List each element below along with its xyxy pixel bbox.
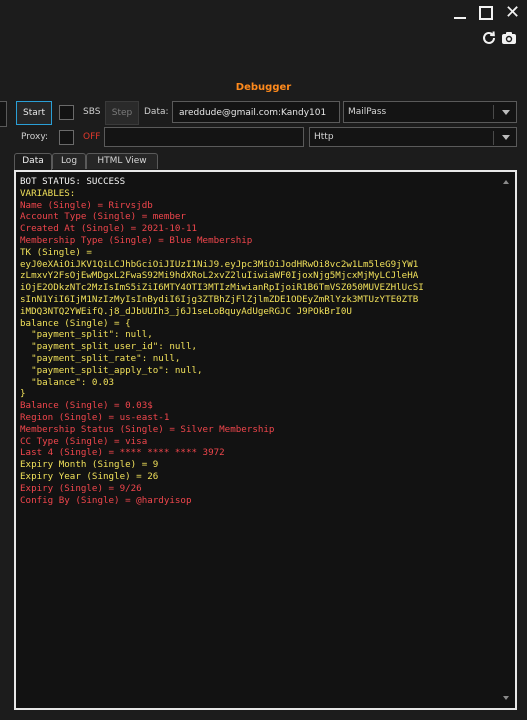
output-line: Membership Status (Single) = Silver Memb… xyxy=(20,423,275,435)
output-line: VARIABLES: xyxy=(20,187,76,199)
output-line: } xyxy=(20,388,26,400)
proxy-type-value: Http xyxy=(314,132,334,142)
scroll-down-icon[interactable] xyxy=(503,696,509,700)
output-line: "payment_split_user_id": null, xyxy=(20,341,198,353)
sbs-label: SBS xyxy=(83,107,101,117)
output-line: Name (Single) = Rirvsjdb xyxy=(20,199,153,211)
output-line: sInN1YiI6IjM1NzIzMyIsInBydiI6Ijg3ZTBhZjF… xyxy=(20,293,419,305)
control-row: Start SBS Step Data: areddude@gmail.com:… xyxy=(0,101,527,127)
output-line: balance (Single) = { xyxy=(20,317,131,329)
output-lines: BOT STATUS: SUCCESS VARIABLES: Name (Singl… xyxy=(20,176,499,506)
wordlist-type-select[interactable]: MailPass xyxy=(343,101,517,123)
chevron-down-icon xyxy=(502,110,510,115)
refresh-icon[interactable] xyxy=(481,30,497,46)
select-divider xyxy=(493,105,494,119)
start-button[interactable]: Start xyxy=(16,101,52,125)
camera-icon[interactable] xyxy=(501,31,517,45)
output-line: Region (Single) = us-east-1 xyxy=(20,411,170,423)
output-line: "payment_split_rate": null, xyxy=(20,352,181,364)
output-line: Created At (Single) = 2021-10-11 xyxy=(20,223,198,235)
output-line: Account Type (Single) = member xyxy=(20,211,186,223)
tool-icons xyxy=(481,30,517,46)
proxy-input[interactable] xyxy=(104,127,304,147)
step-button[interactable]: Step xyxy=(105,101,139,125)
debugger-window: ✕ Debugger Start SBS Step Data: areddude… xyxy=(0,0,527,720)
maximize-icon[interactable] xyxy=(479,6,493,20)
output-line: "payment_split": null, xyxy=(20,329,153,341)
chevron-down-icon xyxy=(502,135,510,140)
output-line: iMDQ3NTQ2YWEifQ.j8_dJbUUIh3_j6J1seLoBquy… xyxy=(20,305,352,317)
output-line: Membership Type (Single) = Blue Membersh… xyxy=(20,234,253,246)
output-panel[interactable]: BOT STATUS: SUCCESS VARIABLES: Name (Singl… xyxy=(14,170,517,710)
output-line: Expiry Year (Single) = 26 xyxy=(20,470,159,482)
output-line: iOjE2ODkzNTc2MzIsImS5iZiI6MTY4OTI3MTIzMi… xyxy=(20,282,424,294)
tab-html-view[interactable]: HTML View xyxy=(86,153,158,169)
output-line: Balance (Single) = 0.03$ xyxy=(20,400,153,412)
output-line: Last 4 (Single) = **** **** **** 3972 xyxy=(20,447,225,459)
select-divider xyxy=(493,131,494,145)
tab-log[interactable]: Log xyxy=(52,153,86,169)
tab-data[interactable]: Data xyxy=(14,153,52,170)
data-label: Data: xyxy=(144,107,169,117)
tab-bar: Data Log HTML View xyxy=(14,153,158,170)
proxy-type-select[interactable]: Http xyxy=(309,127,517,147)
output-line: zLmxvY2FsOjEwMDgxL2FwaS92Mi9hdXRoL2xvZ2l… xyxy=(20,270,419,282)
proxy-row: Proxy: OFF Http xyxy=(0,127,527,149)
scroll-up-icon[interactable] xyxy=(503,180,509,184)
output-line: Config By (Single) = @hardyisop xyxy=(20,494,192,506)
output-line: TK (Single) = xyxy=(20,246,92,258)
sbs-checkbox[interactable] xyxy=(59,105,74,120)
proxy-label: Proxy: xyxy=(21,132,49,142)
output-line: BOT STATUS: SUCCESS xyxy=(20,176,126,187)
output-line: Expiry Month (Single) = 9 xyxy=(20,459,159,471)
window-controls: ✕ xyxy=(453,4,520,22)
proxy-status: OFF xyxy=(83,132,101,142)
minimize-icon[interactable] xyxy=(453,6,467,20)
side-panel-edge xyxy=(0,101,7,127)
page-title: Debugger xyxy=(235,82,292,93)
data-input[interactable]: areddude@gmail.com:Kandy101 xyxy=(172,101,340,123)
output-line: eyJ0eXAiOiJKV1QiLCJhbGciOiJIUzI1NiJ9.eyJ… xyxy=(20,258,419,270)
wordlist-type-value: MailPass xyxy=(348,107,387,117)
output-line: CC Type (Single) = visa xyxy=(20,435,148,447)
proxy-checkbox[interactable] xyxy=(59,130,74,145)
output-line: "balance": 0.03 xyxy=(20,376,115,388)
output-line: "payment_split_apply_to": null, xyxy=(20,364,203,376)
close-icon[interactable]: ✕ xyxy=(505,4,520,22)
output-line: Expiry (Single) = 9/26 xyxy=(20,482,142,494)
